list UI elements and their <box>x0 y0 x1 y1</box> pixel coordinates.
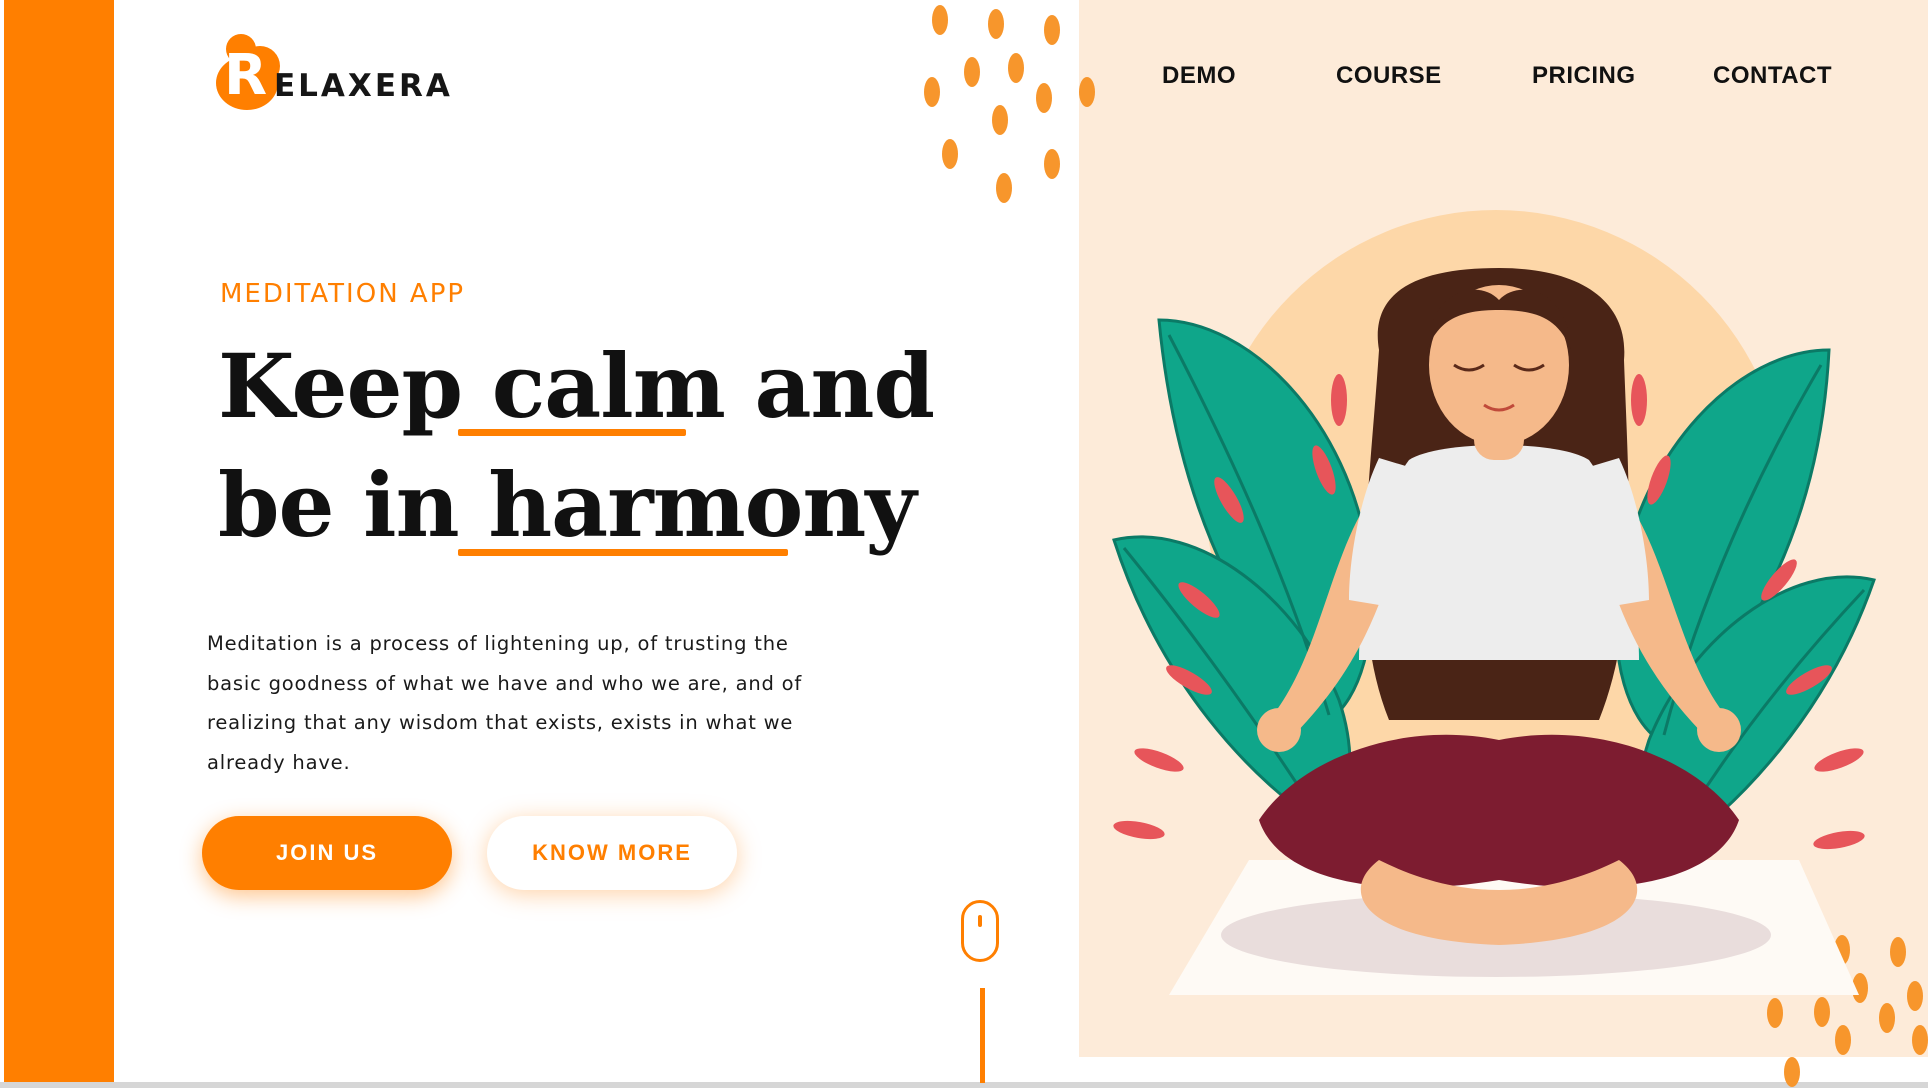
nav-contact[interactable]: CONTACT <box>1713 62 1832 90</box>
harmony-underline <box>458 549 788 556</box>
brand-logo[interactable]: R ELAXERA <box>216 30 450 114</box>
calm-underline <box>458 429 686 436</box>
headline-emphasis-calm: calm <box>491 334 726 438</box>
mouse-wheel <box>978 915 982 927</box>
hero-description: Meditation is a process of lightening up… <box>207 632 803 774</box>
join-us-button[interactable]: JOIN US <box>202 816 452 890</box>
meditation-illustration <box>1112 210 1876 995</box>
headline-text: be in <box>218 453 489 557</box>
logo-wordmark: ELAXERA <box>274 68 453 104</box>
headline-text: Keep <box>218 334 492 438</box>
headline-line-2: be in harmony <box>218 453 917 557</box>
logo-letter: R <box>224 43 268 108</box>
hero-eyebrow: MEDITATION APP <box>220 279 466 309</box>
mouse-scroll-icon[interactable] <box>961 900 999 962</box>
know-more-button[interactable]: KNOW MORE <box>487 816 737 890</box>
nav-course[interactable]: COURSE <box>1336 62 1442 90</box>
bottom-border <box>0 1082 1928 1088</box>
scroll-line <box>980 988 985 1083</box>
nav-demo[interactable]: DEMO <box>1162 62 1236 90</box>
landing-page: R ELAXERA DEMO COURSE PRICING CONTACT ME… <box>0 0 1928 1088</box>
headline-text: and <box>724 334 935 438</box>
nav-pricing[interactable]: PRICING <box>1532 62 1636 90</box>
headline-emphasis-harmony: harmony <box>488 453 916 557</box>
left-accent-bar <box>4 0 114 1083</box>
headline-line-1: Keep calm and <box>218 334 935 438</box>
